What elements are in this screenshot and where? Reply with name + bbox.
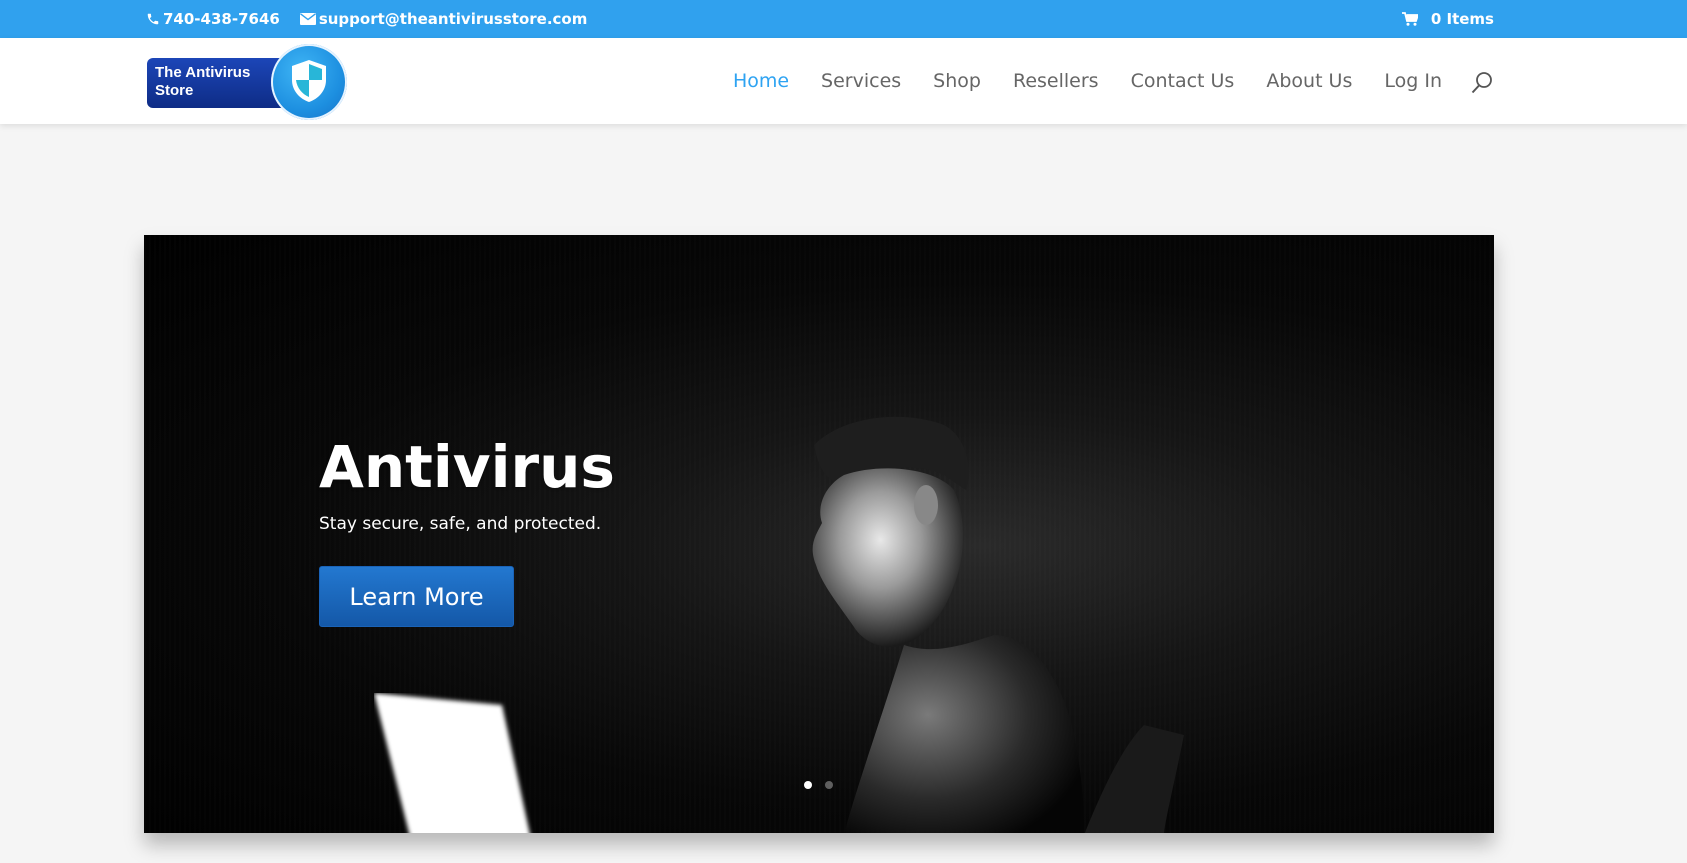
site-logo[interactable]: The Antivirus Store (147, 44, 349, 120)
phone-number: 740-438-7646 (163, 10, 280, 28)
phone-icon (147, 13, 159, 25)
email-link[interactable]: support@theantivirusstore.com (299, 10, 588, 28)
envelope-icon (299, 13, 316, 25)
nav-home[interactable]: Home (733, 70, 789, 92)
nav-about-us[interactable]: About Us (1266, 70, 1352, 92)
search-button[interactable] (1470, 71, 1494, 95)
nav-log-in[interactable]: Log In (1384, 70, 1442, 92)
learn-more-button[interactable]: Learn More (319, 566, 514, 627)
hero-slider: Antivirus Stay secure, safe, and protect… (144, 235, 1494, 833)
hero-subtitle: Stay secure, safe, and protected. (319, 514, 602, 534)
logo-circle (271, 44, 347, 120)
shield-icon (292, 60, 326, 102)
logo-text-line1: The Antivirus (155, 64, 251, 81)
laptop-image (374, 693, 530, 833)
cart-link[interactable]: 0 Items (1401, 0, 1494, 38)
main-nav: Home Services Shop Resellers Contact Us … (701, 38, 1687, 124)
top-bar: 740-438-7646 support@theantivirusstore.c… (0, 0, 1687, 38)
nav-contact-us[interactable]: Contact Us (1131, 70, 1235, 92)
logo-text-line2: Store (155, 82, 194, 99)
nav-shop[interactable]: Shop (933, 70, 981, 92)
person-image (812, 416, 1184, 833)
contact-info: 740-438-7646 support@theantivirusstore.c… (146, 0, 607, 38)
phone-link[interactable]: 740-438-7646 (146, 10, 280, 28)
nav-resellers[interactable]: Resellers (1013, 70, 1099, 92)
site-header: The Antivirus Store Home Services Shop R… (0, 38, 1687, 124)
slider-pagination (804, 781, 846, 789)
hero-title: Antivirus (319, 433, 615, 501)
slide-dot-2[interactable] (825, 781, 833, 789)
logo-text: The Antivirus Store (155, 64, 250, 100)
search-icon (1471, 72, 1492, 94)
nav-services[interactable]: Services (821, 70, 901, 92)
slide-dot-1[interactable] (804, 781, 812, 789)
email-address: support@theantivirusstore.com (318, 10, 588, 28)
cart-icon (1401, 12, 1418, 26)
cart-count: 0 Items (1430, 10, 1494, 28)
